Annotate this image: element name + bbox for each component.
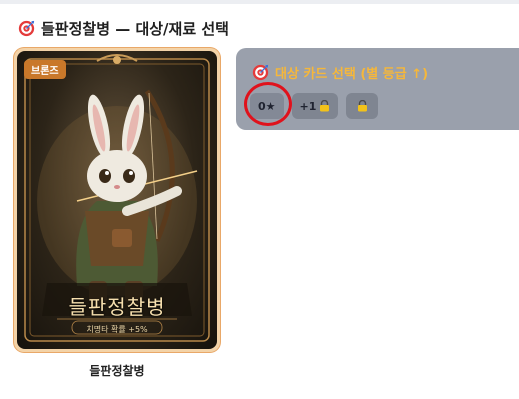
star-grade-buttons: 0★ +1 [250,93,379,119]
page-header: 들판정찰병 — 대상/재료 선택 [18,16,229,40]
card-caption: 들판정찰병 [89,364,145,378]
card-item[interactable]: 브론즈 들판정찰병 치명타 확률 +5% [14,48,220,352]
target-icon [18,20,35,37]
star-grade-locked-button[interactable] [346,93,379,119]
star-grade-0-button[interactable]: 0★ [250,93,284,119]
lock-icon [357,100,368,112]
page-title: 들판정찰병 — 대상/재료 선택 [41,19,229,38]
lock-icon [319,100,330,112]
target-icon [252,64,269,81]
card-effect: 치명타 확률 +5% [86,325,148,334]
card-title: 들판정찰병 [68,295,166,319]
rarity-badge: 브론즈 [24,60,66,79]
target-select-panel: 대상 카드 선택 (별 등급 ↑) 0★ +1 [236,48,519,130]
card-art-frame: 브론즈 들판정찰병 치명타 확률 +5% [17,51,217,349]
panel-title-text: 대상 카드 선택 (별 등급 ↑) [275,67,429,82]
top-bar [0,0,519,4]
star-grade-plus1-label: +1 [299,99,317,113]
star-grade-0-label: 0★ [258,99,276,113]
panel-title: 대상 카드 선택 (별 등급 ↑) [252,63,428,82]
star-grade-plus1-button[interactable]: +1 [291,93,339,119]
